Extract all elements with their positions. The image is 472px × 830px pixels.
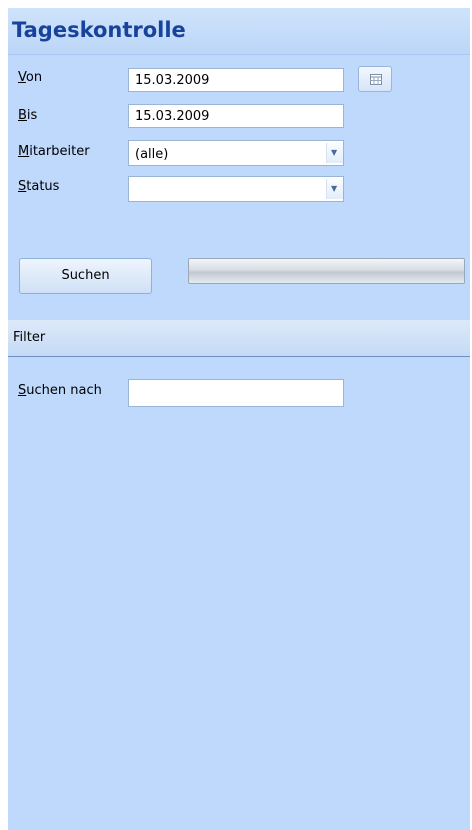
search-by-input[interactable] (128, 379, 344, 407)
mitarbeiter-select[interactable]: (alle) (128, 140, 344, 166)
status-dropdown-button[interactable]: ▼ (326, 179, 343, 199)
page-title: Tageskontrolle (12, 18, 186, 42)
calendar-button[interactable] (358, 66, 392, 92)
bis-date-field[interactable]: 15.03.2009 (128, 104, 344, 128)
status-select[interactable] (128, 176, 344, 202)
calendar-icon (370, 74, 382, 85)
chevron-down-icon: ▼ (331, 184, 338, 193)
mitarbeiter-label: Mitarbeiter (18, 144, 90, 159)
search-by-label: Suchen nach (18, 383, 102, 398)
progress-bar (188, 258, 465, 284)
status-label: Status (18, 179, 60, 194)
panel-header: Tageskontrolle (8, 8, 470, 55)
filter-section-header: Filter (8, 320, 470, 357)
search-button[interactable]: Suchen (19, 258, 152, 294)
von-date-field[interactable]: 15.03.2009 (128, 68, 344, 92)
mitarbeiter-selected-value: (alle) (135, 147, 169, 162)
filter-section-title: Filter (13, 330, 46, 345)
mitarbeiter-dropdown-button[interactable]: ▼ (326, 143, 343, 163)
von-label: Von (18, 70, 43, 85)
chevron-down-icon: ▼ (331, 148, 338, 157)
tageskontrolle-panel: Tageskontrolle Von 15.03.2009 Bis 15.03.… (8, 8, 470, 830)
bis-label: Bis (18, 108, 38, 123)
